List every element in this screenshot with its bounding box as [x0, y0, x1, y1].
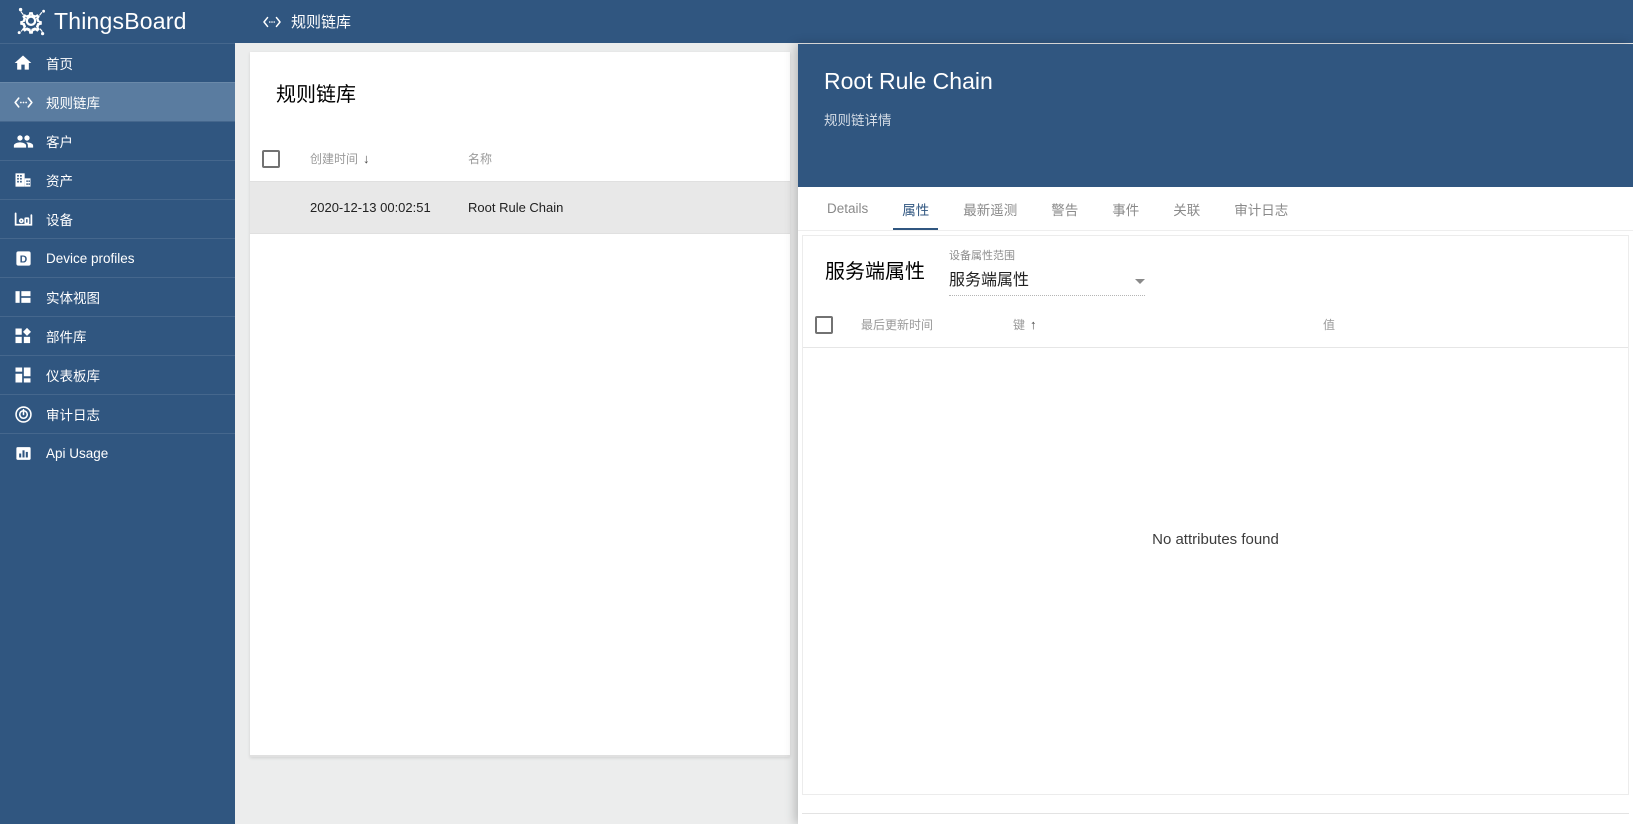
home-icon — [12, 52, 34, 74]
sidebar-item-assets[interactable]: 资产 — [0, 160, 235, 199]
thingsboard-gear-icon — [14, 7, 48, 37]
sidebar-item-dashboards[interactable]: 仪表板库 — [0, 355, 235, 394]
sidebar-item-label: 仪表板库 — [46, 369, 100, 384]
sidebar-item-audit-logs[interactable]: 审计日志 — [0, 394, 235, 433]
sidebar-item-widget-library[interactable]: 部件库 — [0, 316, 235, 355]
column-header-name[interactable]: 名称 — [468, 150, 492, 167]
svg-text:D: D — [19, 254, 26, 265]
dashboard-icon — [12, 364, 34, 386]
cell-created-time: 2020-12-13 00:02:51 — [310, 200, 431, 215]
column-header-label: 名称 — [468, 152, 493, 166]
attributes-heading: 服务端属性 — [825, 260, 925, 283]
sidebar-item-label: 客户 — [46, 135, 73, 150]
detail-subtitle: 规则链详情 — [824, 113, 892, 128]
sidebar-item-api-usage[interactable]: Api Usage — [0, 433, 235, 472]
tab-latest-telemetry[interactable]: 最新遥测 — [946, 187, 1034, 230]
sidebar-item-label: 规则链库 — [46, 96, 100, 111]
tab-audit-logs[interactable]: 审计日志 — [1217, 187, 1305, 230]
detail-tabs: Details 属性 最新遥测 警告 事件 关联 审计日志 — [798, 187, 1633, 231]
empty-state-message: No attributes found — [1152, 530, 1279, 548]
brand-logo[interactable]: ThingsBoard — [0, 0, 235, 43]
tab-details[interactable]: Details — [810, 187, 885, 230]
divider — [250, 756, 790, 757]
sidebar-item-devices[interactable]: 设备 — [0, 199, 235, 238]
tab-events[interactable]: 事件 — [1095, 187, 1156, 230]
detail-title: Root Rule Chain — [824, 68, 993, 94]
sidebar-item-device-profiles[interactable]: D Device profiles — [0, 238, 235, 277]
breadcrumb[interactable]: 规则链库 — [291, 11, 351, 32]
app-root: ThingsBoard 首页 规则链库 客户 资产 设备 D Device pr… — [0, 0, 1633, 824]
sidebar-item-label: 首页 — [46, 57, 73, 72]
api-usage-chart-icon — [12, 442, 34, 464]
sidebar-item-entity-views[interactable]: 实体视图 — [0, 277, 235, 316]
tab-attributes[interactable]: 属性 — [885, 187, 946, 230]
sidebar: ThingsBoard 首页 规则链库 客户 资产 设备 D Device pr… — [0, 0, 235, 824]
attribute-scope-label: 设备属性范围 — [949, 249, 1015, 262]
asset-building-icon — [12, 169, 34, 191]
select-all-checkbox[interactable] — [262, 149, 280, 168]
cell-name: Root Rule Chain — [468, 200, 564, 215]
sidebar-item-label: 设备 — [46, 213, 73, 228]
sidebar-item-home[interactable]: 首页 — [0, 43, 235, 82]
tab-alarms[interactable]: 警告 — [1034, 187, 1095, 230]
audit-log-icon — [12, 403, 34, 425]
sidebar-item-label: 审计日志 — [46, 408, 100, 423]
sidebar-item-label: 实体视图 — [46, 291, 100, 306]
rule-chain-detail-panel: Root Rule Chain 规则链详情 Details 属性 最新遥测 警告… — [798, 44, 1633, 824]
rule-chain-list-panel: 规则链库 创建时间 ↓ 名称 2020-12-13 00:02:51 Root … — [250, 52, 790, 757]
table-row[interactable]: 2020-12-13 00:02:51 Root Rule Chain — [250, 182, 790, 234]
sidebar-item-label: Api Usage — [46, 445, 109, 461]
sidebar-item-rule-chains[interactable]: 规则链库 — [0, 82, 235, 121]
divider — [802, 813, 1629, 814]
divider — [250, 755, 790, 756]
detail-header: Root Rule Chain 规则链详情 — [798, 44, 1633, 187]
sidebar-item-label: Device profiles — [46, 250, 135, 266]
rule-chain-icon — [261, 14, 283, 30]
entity-view-icon — [12, 286, 34, 308]
list-header-row: 创建时间 ↓ 名称 — [250, 136, 790, 182]
sort-desc-icon: ↓ — [363, 151, 370, 166]
people-icon — [12, 130, 34, 152]
attributes-card: 服务端属性 设备属性范围 服务端属性 最后更新时间 键 ↑ 值 No attri… — [802, 235, 1629, 795]
device-icon — [12, 208, 34, 230]
sidebar-item-label: 部件库 — [46, 330, 87, 345]
column-header-label: 创建时间 — [310, 152, 359, 166]
tab-relations[interactable]: 关联 — [1156, 187, 1217, 230]
rule-chain-icon — [12, 91, 34, 113]
top-toolbar: 规则链库 — [235, 0, 1633, 43]
brand-name: ThingsBoard — [54, 8, 187, 34]
page-title: 规则链库 — [276, 84, 356, 106]
attributes-paginator: Items per page: 10 — [1393, 819, 1633, 824]
sidebar-item-customers[interactable]: 客户 — [0, 121, 235, 160]
device-profile-icon: D — [12, 247, 34, 269]
column-header-created-time[interactable]: 创建时间 ↓ — [310, 150, 468, 167]
widget-library-icon — [12, 325, 34, 347]
sidebar-item-label: 资产 — [46, 174, 73, 189]
